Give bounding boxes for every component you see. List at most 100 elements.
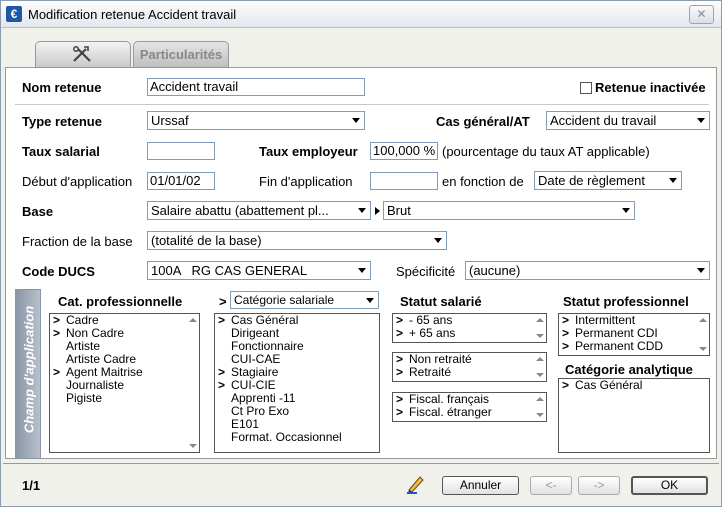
en-fonction-select[interactable]: Date de règlement <box>534 171 682 190</box>
scroll-up-icon[interactable] <box>699 318 707 322</box>
chevron-down-icon <box>366 298 374 303</box>
scrollbar[interactable] <box>534 353 546 381</box>
cat-analytique-list[interactable]: > Cas Général <box>558 378 710 453</box>
scroll-down-icon[interactable] <box>189 444 197 448</box>
scrollbar[interactable] <box>534 393 546 421</box>
en-fonction-value: Date de règlement <box>538 173 645 188</box>
scrollbar[interactable] <box>697 314 709 355</box>
taux-salarial-input[interactable] <box>147 142 215 160</box>
retraite-list[interactable]: > Non retraité > Retraité <box>392 352 547 382</box>
scroll-down-icon[interactable] <box>536 334 544 338</box>
list-item[interactable]: > + 65 ans <box>393 327 546 340</box>
list-item[interactable]: > Cas Général <box>559 379 709 392</box>
code-ducs-select[interactable]: 100A RG CAS GENERAL <box>147 261 371 280</box>
cas-general-select[interactable]: Accident du travail <box>546 111 710 130</box>
list-item-label: Fiscal. français <box>409 392 490 406</box>
list-item-label: - 65 ans <box>409 313 453 327</box>
list-item-label: Retraité <box>409 365 452 379</box>
pencil-icon[interactable] <box>405 474 425 494</box>
base-detail-select[interactable]: Brut <box>383 201 635 220</box>
previous-button[interactable]: <- <box>530 476 572 495</box>
nom-retenue-input[interactable]: Accident travail <box>147 78 365 96</box>
ok-button[interactable]: OK <box>631 476 708 495</box>
fin-application-input[interactable] <box>370 172 438 190</box>
code-ducs-label: Code DUCS <box>22 264 95 279</box>
list-item[interactable]: > Permanent CDD <box>559 340 709 353</box>
app-icon: € <box>6 6 22 22</box>
list-item-label: E101 <box>231 417 260 431</box>
cat-sal-select-value: Catégorie salariale <box>234 293 335 307</box>
list-item-label: Non Cadre <box>66 326 125 340</box>
annuler-button[interactable]: Annuler <box>442 476 519 495</box>
list-item[interactable]: Format. Occasionnel <box>215 431 379 444</box>
chevron-down-icon <box>434 238 442 243</box>
age-list[interactable]: > - 65 ans > + 65 ans <box>392 313 547 343</box>
specificite-select[interactable]: (aucune) <box>465 261 710 280</box>
selected-marker: > <box>562 378 570 392</box>
chevron-down-icon <box>697 268 705 273</box>
taux-employeur-input[interactable]: 100,000 % <box>370 142 438 160</box>
debut-application-input[interactable]: 01/01/02 <box>147 172 215 190</box>
champ-application-text: Champ d'application <box>21 305 37 434</box>
cat-sal-select[interactable]: Catégorie salariale <box>230 291 379 309</box>
retenue-inactivee-label: Retenue inactivée <box>595 80 706 95</box>
list-item-label: Cas Général <box>231 313 299 327</box>
scroll-up-icon[interactable] <box>536 397 544 401</box>
statut-pro-list[interactable]: > Intermittent > Permanent CDI > Permanent CD… <box>558 313 710 356</box>
fraction-base-label: Fraction de la base <box>22 234 133 249</box>
en-fonction-label: en fonction de <box>442 174 524 189</box>
tab-particularites[interactable]: Particularités <box>133 41 229 68</box>
type-retenue-select[interactable]: Urssaf <box>147 111 365 130</box>
scroll-up-icon[interactable] <box>189 318 197 322</box>
cat-pro-header: Cat. professionnelle <box>58 294 183 309</box>
title-bar: € Modification retenue Accident travail … <box>1 1 721 28</box>
list-item-label: Cas Général <box>575 378 643 392</box>
cat-sal-list[interactable]: > Cas Général Dirigeant Fonctionnaire CUI-CA… <box>214 313 380 453</box>
scroll-down-icon[interactable] <box>536 373 544 377</box>
dialog-window: € Modification retenue Accident travail … <box>0 0 722 507</box>
fin-application-label: Fin d'application <box>259 174 353 189</box>
taux-employeur-note: (pourcentage du taux AT applicable) <box>442 144 650 159</box>
cas-general-label: Cas général/AT <box>436 114 530 129</box>
list-item[interactable]: Pigiste <box>50 392 199 405</box>
fiscal-list[interactable]: > Fiscal. français > Fiscal. étranger <box>392 392 547 422</box>
list-item-label: Pigiste <box>66 391 103 405</box>
scroll-down-icon[interactable] <box>699 347 707 351</box>
retenue-inactivee-checkbox[interactable] <box>580 82 592 94</box>
next-button[interactable]: -> <box>578 476 620 495</box>
scroll-up-icon[interactable] <box>536 357 544 361</box>
chevron-down-icon <box>669 178 677 183</box>
chevron-down-icon <box>697 118 705 123</box>
window-title: Modification retenue Accident travail <box>28 7 237 22</box>
taux-employeur-label: Taux employeur <box>259 144 358 159</box>
debut-application-label: Début d'application <box>22 174 133 189</box>
selected-marker: > <box>396 326 404 340</box>
statut-salarie-header: Statut salarié <box>400 294 482 309</box>
cat-pro-list[interactable]: > Cadre > Non Cadre Artiste Artiste Cadre > Age… <box>49 313 200 453</box>
fraction-base-value: (totalité de la base) <box>151 233 262 248</box>
list-item[interactable]: > Fiscal. étranger <box>393 406 546 419</box>
scrollbar[interactable] <box>187 314 199 452</box>
selected-marker: > <box>53 326 61 340</box>
list-item-label: Fiscal. étranger <box>409 405 492 419</box>
close-button[interactable]: ✕ <box>689 5 714 24</box>
scroll-up-icon[interactable] <box>536 318 544 322</box>
list-item-label: Format. Occasionnel <box>231 430 342 444</box>
chevron-down-icon <box>622 208 630 213</box>
base-detail-value: Brut <box>387 203 411 218</box>
list-item[interactable]: > Retraité <box>393 366 546 379</box>
selected-marker: > <box>218 378 226 392</box>
cat-analytique-header: Catégorie analytique <box>565 362 693 377</box>
tools-icon <box>73 46 91 62</box>
chevron-down-icon <box>358 208 366 213</box>
fraction-base-select[interactable]: (totalité de la base) <box>147 231 447 250</box>
taux-salarial-label: Taux salarial <box>22 144 100 159</box>
list-item-label: Artiste Cadre <box>66 352 137 366</box>
list-item-label: Agent Maitrise <box>66 365 143 379</box>
scrollbar[interactable] <box>534 314 546 342</box>
list-item-label: Intermittent <box>575 313 636 327</box>
scroll-down-icon[interactable] <box>536 413 544 417</box>
list-item-label: + 65 ans <box>409 326 456 340</box>
base-select[interactable]: Salaire abattu (abattement pl... <box>147 201 371 220</box>
tab-general[interactable] <box>35 41 131 68</box>
